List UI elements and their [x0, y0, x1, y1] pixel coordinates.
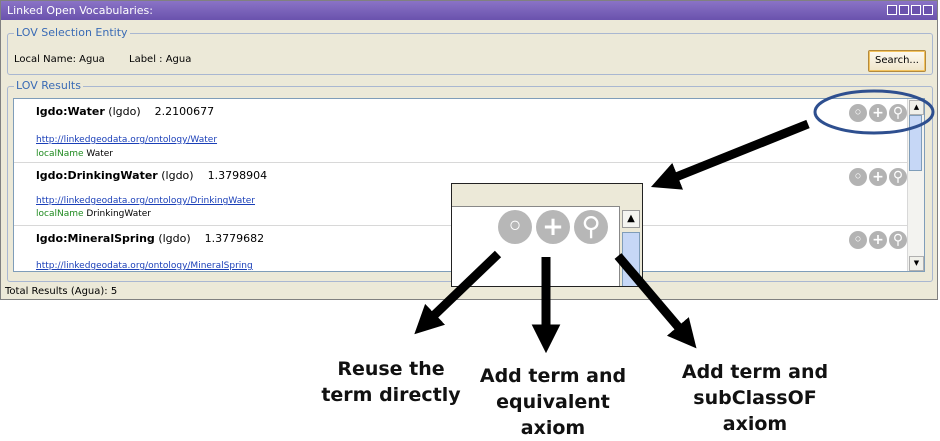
add-equivalent-icon: +: [536, 210, 570, 244]
local-name-key: localName: [36, 209, 84, 219]
results-scrollbar[interactable]: ▲ ▼: [907, 99, 924, 271]
results-legend: LOV Results: [14, 79, 83, 92]
reuse-term-icon[interactable]: ◦: [849, 104, 867, 122]
subclass-annotation: Add term and subClassOF axiom: [660, 359, 850, 437]
reuse-annotation: Reuse the term directly: [316, 356, 466, 408]
window-title: Linked Open Vocabularies:: [7, 4, 153, 17]
local-name-key: localName: [36, 149, 84, 159]
maximize-icon[interactable]: [911, 5, 921, 15]
result-actions: ◦ + ⚲: [849, 104, 907, 122]
term-name: lgdo:Water: [36, 105, 105, 118]
scroll-up-icon[interactable]: ▲: [909, 100, 924, 115]
local-name-value: DrinkingWater: [86, 209, 151, 219]
result-actions: ◦ + ⚲: [849, 231, 907, 249]
selection-legend: LOV Selection Entity: [14, 26, 130, 39]
callout-scrollbar: ▲: [619, 206, 642, 286]
equivalent-annotation: Add term and equivalent axiom: [462, 363, 644, 441]
add-subclass-icon[interactable]: ⚲: [889, 231, 907, 249]
subclass-line-1: Add term and: [681, 361, 829, 383]
term-score: 1.3779682: [204, 232, 265, 245]
scroll-thumb[interactable]: [909, 115, 922, 171]
equivalent-line-1: Add term and: [479, 365, 627, 387]
reuse-term-icon: ◦: [498, 210, 532, 244]
term-uri-link[interactable]: http://linkedgeodata.org/ontology/Minera…: [36, 261, 253, 271]
label-text: Label : Agua: [129, 54, 192, 65]
result-term: lgdo:Water (lgdo) 2.2100677: [36, 105, 214, 118]
zoom-callout: ◦ + ⚲ ▲: [451, 183, 643, 287]
window-controls: [887, 5, 933, 15]
close-icon[interactable]: [923, 5, 933, 15]
add-subclass-icon[interactable]: ⚲: [889, 168, 907, 186]
callout-scroll-thumb: [622, 232, 640, 286]
add-subclass-icon: ⚲: [574, 210, 608, 244]
search-button[interactable]: Search...: [868, 50, 926, 72]
term-uri-link[interactable]: http://linkedgeodata.org/ontology/Drinki…: [36, 196, 255, 206]
scroll-down-icon[interactable]: ▼: [909, 256, 924, 271]
callout-header: [452, 184, 642, 207]
term-score: 1.3798904: [207, 169, 268, 182]
term-vocab: (lgdo): [108, 105, 141, 118]
callout-actions: ◦ + ⚲: [498, 210, 608, 244]
reuse-term-icon[interactable]: ◦: [849, 168, 867, 186]
local-name-value: Water: [86, 149, 114, 159]
term-score: 2.2100677: [154, 105, 215, 118]
reuse-line-2: term directly: [321, 384, 461, 406]
minimize-icon[interactable]: [887, 5, 897, 15]
restore-icon[interactable]: [899, 5, 909, 15]
term-name: lgdo:MineralSpring: [36, 232, 155, 245]
result-term: lgdo:DrinkingWater (lgdo) 1.3798904: [36, 169, 267, 182]
equivalent-line-2: equivalent axiom: [496, 391, 610, 439]
reuse-line-1: Reuse the: [337, 358, 445, 380]
add-equivalent-icon[interactable]: +: [869, 104, 887, 122]
term-vocab: (lgdo): [161, 169, 194, 182]
term-vocab: (lgdo): [158, 232, 191, 245]
selection-fieldset: LOV Selection Entity Local Name: Agua La…: [7, 26, 933, 75]
add-equivalent-icon[interactable]: +: [869, 168, 887, 186]
result-item: lgdo:Water (lgdo) 2.2100677 http://linked…: [14, 99, 909, 163]
term-uri-link[interactable]: http://linkedgeodata.org/ontology/Water: [36, 135, 217, 145]
reuse-term-icon[interactable]: ◦: [849, 231, 867, 249]
callout-scroll-up-icon: ▲: [622, 210, 640, 228]
result-actions: ◦ + ⚲: [849, 168, 907, 186]
add-subclass-icon[interactable]: ⚲: [889, 104, 907, 122]
result-term: lgdo:MineralSpring (lgdo) 1.3779682: [36, 232, 264, 245]
status-text: Total Results (Agua): 5: [5, 286, 118, 297]
term-local-name: localName Water: [36, 149, 113, 159]
add-equivalent-icon[interactable]: +: [869, 231, 887, 249]
local-name-text: Local Name: Agua: [14, 54, 105, 65]
term-local-name: localName DrinkingWater: [36, 209, 151, 219]
term-name: lgdo:DrinkingWater: [36, 169, 158, 182]
title-bar: Linked Open Vocabularies:: [1, 1, 937, 20]
subclass-line-2: subClassOF axiom: [693, 387, 817, 435]
